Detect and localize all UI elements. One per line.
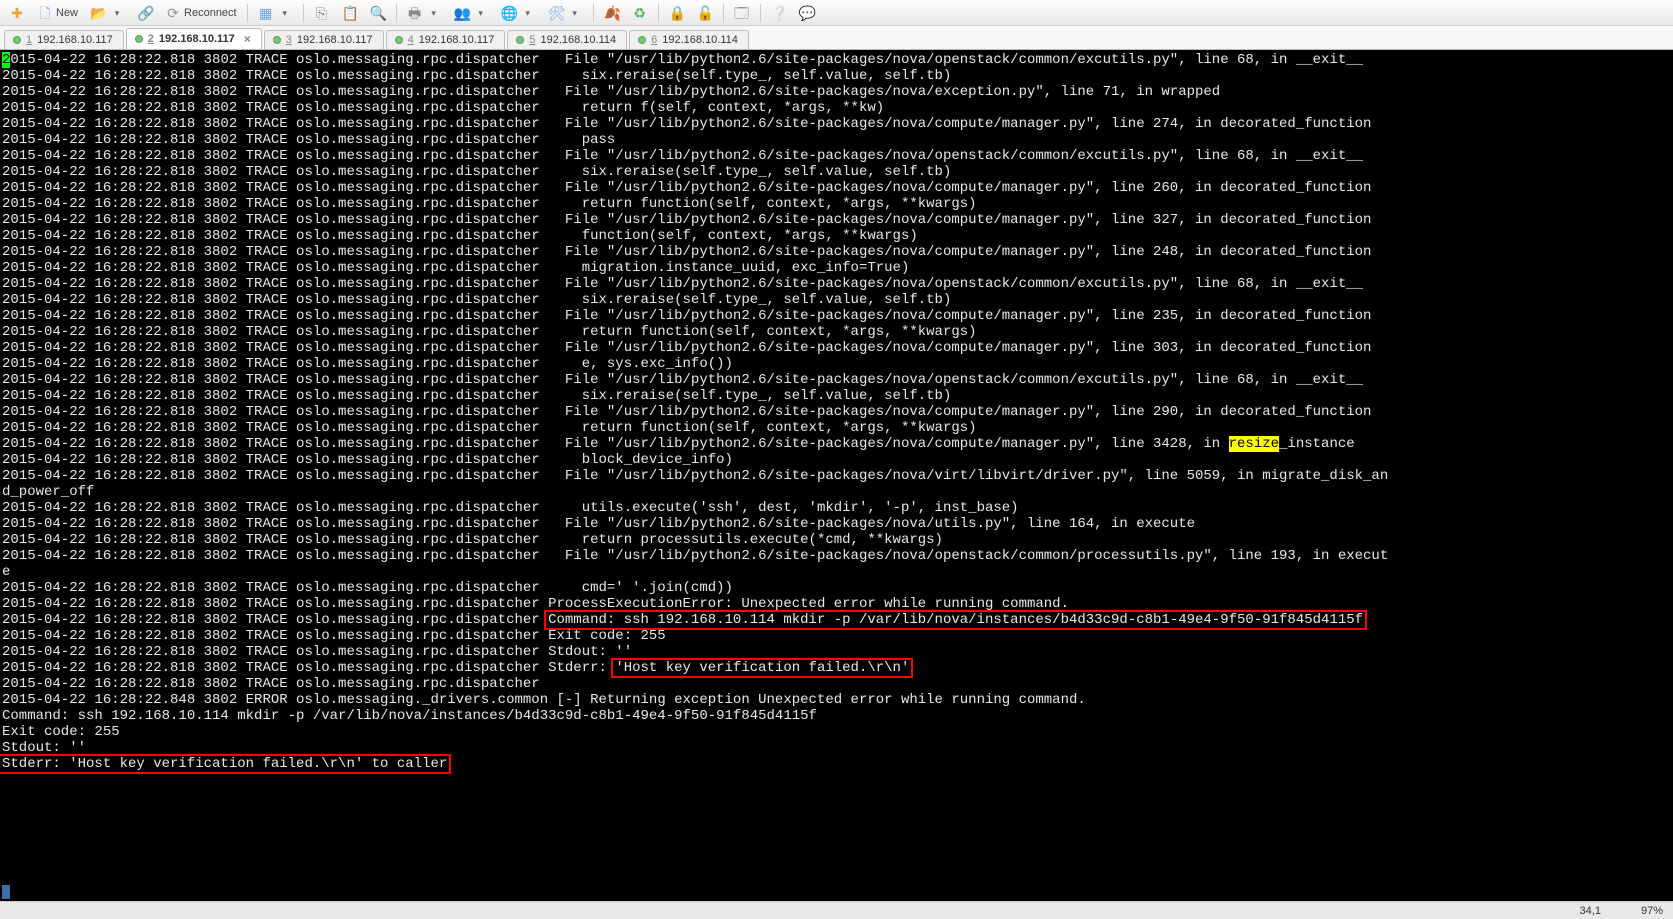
- vim-tilde-marker: [2, 885, 10, 899]
- chat-icon: 💬: [799, 5, 815, 21]
- globe-icon: 🌐: [501, 5, 517, 21]
- unlock-icon: 🔓: [697, 5, 713, 21]
- tab-5[interactable]: 5192.168.10.114: [507, 30, 627, 49]
- plus-icon: ✚: [9, 5, 25, 21]
- dropdown-icon: ▾: [109, 5, 125, 21]
- grid-icon: ▦: [258, 5, 274, 21]
- tab-1[interactable]: 1192.168.10.117: [4, 30, 124, 49]
- folder-open-icon: 📂: [90, 5, 106, 21]
- printer-icon: 🖶: [407, 5, 423, 21]
- status-bar: 34,1 97%: [0, 901, 1673, 919]
- tab-6[interactable]: 6192.168.10.114: [629, 30, 749, 49]
- status-dot-icon: [516, 36, 524, 44]
- status-dot-icon: [273, 36, 281, 44]
- recycle-button[interactable]: ♻: [627, 3, 653, 23]
- separator: [658, 4, 659, 22]
- globe-button[interactable]: 🌐▾: [496, 3, 541, 23]
- dropdown-icon: ▾: [473, 5, 489, 21]
- separator: [593, 4, 594, 22]
- separator: [396, 4, 397, 22]
- link-button[interactable]: 🔗: [132, 3, 158, 23]
- close-tab-icon[interactable]: ×: [244, 32, 251, 46]
- annotation-caller: Stderr: 'Host key verification failed.\r…: [0, 754, 451, 774]
- copy-button[interactable]: ⎘: [309, 3, 335, 23]
- cursor-position: 34,1: [1580, 905, 1601, 917]
- recycle-icon: ♻: [632, 5, 648, 21]
- terminal-output[interactable]: 2015-04-22 16:28:22.818 3802 TRACE oslo.…: [0, 50, 1673, 901]
- tools-icon: 🛠: [548, 5, 564, 21]
- tab-4[interactable]: 4192.168.10.117: [386, 30, 506, 49]
- reconnect-button[interactable]: ⟳Reconnect: [160, 3, 242, 23]
- dropdown-icon: ▾: [426, 5, 442, 21]
- dropdown-icon: ▾: [277, 5, 293, 21]
- window-icon: 🗔: [734, 5, 750, 21]
- tab-3[interactable]: 3192.168.10.117: [264, 30, 384, 49]
- lock-on-button[interactable]: 🔒: [664, 3, 690, 23]
- lock-off-button[interactable]: 🔓: [692, 3, 718, 23]
- dropdown-icon: ▾: [520, 5, 536, 21]
- copy-icon: ⎘: [314, 5, 330, 21]
- tools-button[interactable]: 🛠▾: [543, 3, 588, 23]
- annotation-command: Command: ssh 192.168.10.114 mkdir -p /va…: [544, 610, 1367, 630]
- reconnect-icon: ⟳: [165, 5, 181, 21]
- grid1-button[interactable]: ▦▾: [253, 3, 298, 23]
- window-button[interactable]: 🗔: [729, 3, 755, 23]
- dropdown-icon: ▾: [567, 5, 583, 21]
- tab-2[interactable]: 2192.168.10.117×: [126, 28, 262, 49]
- open-button[interactable]: 📂▾: [85, 3, 130, 23]
- help-button[interactable]: ❔: [766, 3, 792, 23]
- leaf-icon: 🍂: [604, 5, 620, 21]
- status-dot-icon: [638, 36, 646, 44]
- add-session-button[interactable]: ✚: [4, 3, 30, 23]
- people-icon: 👥: [454, 5, 470, 21]
- search-highlight: resize: [1229, 436, 1279, 452]
- link-icon: 🔗: [137, 5, 153, 21]
- lock-icon: 🔒: [669, 5, 685, 21]
- leaf-button[interactable]: 🍂: [599, 3, 625, 23]
- separator: [303, 4, 304, 22]
- scroll-percent: 97%: [1641, 905, 1663, 917]
- separator: [723, 4, 724, 22]
- search-icon: 🔍: [370, 5, 386, 21]
- separator: [760, 4, 761, 22]
- main-toolbar: ✚ 🗋New 📂▾ 🔗 ⟳Reconnect ▦▾ ⎘ 📋 🔍 🖶▾ 👥▾ 🌐▾…: [0, 0, 1673, 26]
- status-dot-icon: [135, 35, 143, 43]
- people-button[interactable]: 👥▾: [449, 3, 494, 23]
- search-button[interactable]: 🔍: [365, 3, 391, 23]
- status-dot-icon: [395, 36, 403, 44]
- chat-button[interactable]: 💬: [794, 3, 820, 23]
- status-dot-icon: [13, 36, 21, 44]
- annotation-stderr: 'Host key verification failed.\r\n': [611, 658, 913, 678]
- printer-button[interactable]: 🖶▾: [402, 3, 447, 23]
- new-button[interactable]: 🗋New: [32, 3, 83, 23]
- help-icon: ❔: [771, 5, 787, 21]
- new-icon: 🗋: [37, 5, 53, 21]
- separator: [247, 4, 248, 22]
- paste-icon: 📋: [342, 5, 358, 21]
- session-tabbar: 1192.168.10.117 2192.168.10.117× 3192.16…: [0, 26, 1673, 50]
- paste-button[interactable]: 📋: [337, 3, 363, 23]
